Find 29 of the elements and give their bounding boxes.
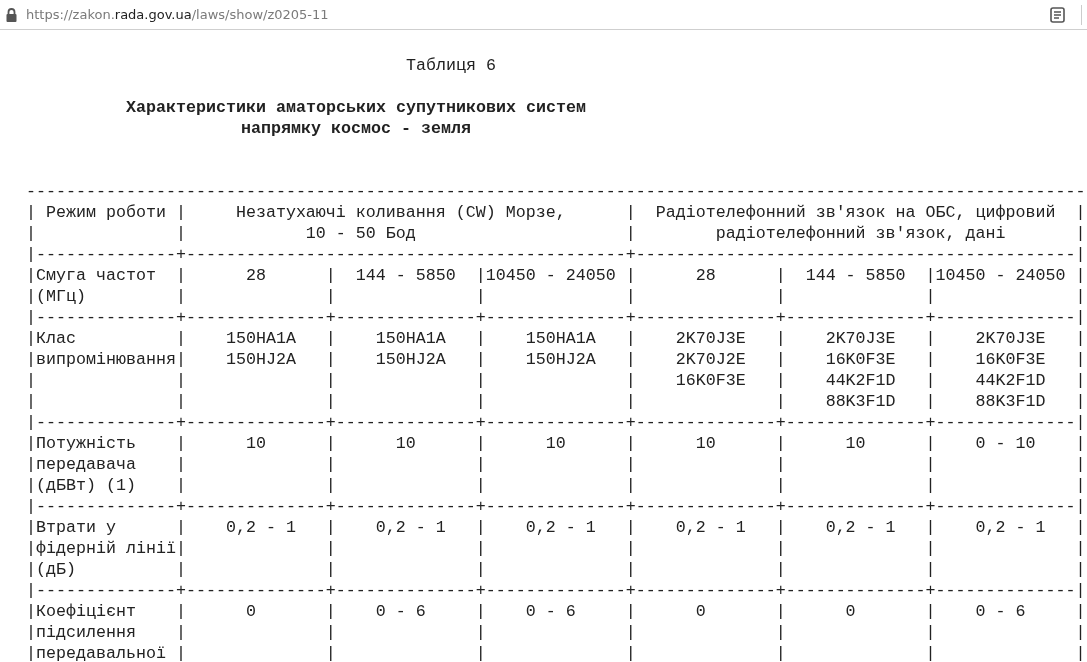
table-text-line: |передавача | | | | | | |	[26, 454, 1086, 475]
table-text-line: | | | | | 16K0F3E | 44K2F1D | 44K2F1D |	[26, 370, 1086, 391]
table-text-line: |(МГц) | | | | | | |	[26, 286, 1086, 307]
table-text-line: |випромінювання| 150HJ2A | 150HJ2A | 150HJ2A | 2K70J2E | 16K0F3E | 16K0F3E |	[26, 349, 1086, 370]
table-caption: напрямку космос - земля	[240, 118, 472, 139]
table-text-line: |підсилення | | | | | | |	[26, 622, 1086, 643]
table-text-line: |--------------+--------------+--------------+--------------+--------------+--------------+--------------|	[26, 496, 1086, 517]
table-text-line: |--------------+--------------------------------------------+--------------------------------------------|	[26, 244, 1086, 265]
reader-view-icon[interactable]	[1050, 6, 1065, 23]
table-text-line: |--------------+--------------+--------------+--------------+--------------+--------------+--------------|	[26, 307, 1086, 328]
table-text-line: | | | | | | 88K3F1D | 88K3F1D |	[26, 391, 1086, 412]
table-text-line: |(дБ) | | | | | | |	[26, 559, 1086, 580]
table-text-line: | Режим роботи | Незатухаючі коливання (CW) Морзе, | Радіотелефонний зв'язок на ОБС, цифровий |	[26, 202, 1086, 223]
table-text-line: |фідерній лінії| | | | | | |	[26, 538, 1086, 559]
table-text-line: | | 10 - 50 Бод | радіотелефонний зв'язок, дані |	[26, 223, 1086, 244]
url-text[interactable]: https://zakon.rada.gov.ua/laws/show/z0205-11	[26, 7, 329, 22]
table-text-line: |Втрати у | 0,2 - 1 | 0,2 - 1 | 0,2 - 1 | 0,2 - 1 | 0,2 - 1 | 0,2 - 1 |	[26, 517, 1086, 538]
table-text-line: |Коефіцієнт | 0 | 0 - 6 | 0 - 6 | 0 | 0 | 0 - 6 |	[26, 601, 1086, 622]
table-text-line: |Смуга частот | 28 | 144 - 5850 |10450 - 24050 | 28 | 144 - 5850 |10450 - 24050 |	[26, 265, 1086, 286]
table-text-line: |(дБВт) (1) | | | | | | |	[26, 475, 1086, 496]
table-text-line: |передавальної | | | | | | |	[26, 643, 1086, 662]
table-caption: Характеристики аматорських супутникових систем	[125, 97, 587, 118]
table-text-line: |--------------+--------------+--------------+--------------+--------------+--------------+--------------|	[26, 412, 1086, 433]
table-text-line: |--------------+--------------+--------------+--------------+--------------+--------------+--------------|	[26, 580, 1086, 601]
table-text-line: |Клас | 150HA1A | 150HA1A | 150HA1A | 2K70J3E | 2K70J3E | 2K70J3E |	[26, 328, 1086, 349]
table-text-line: ----------------------------------------------------------------------------------------------------------	[26, 181, 1086, 202]
table-title: Таблиця 6	[405, 55, 496, 76]
table-text-line: |Потужність | 10 | 10 | 10 | 10 | 10 | 0 - 10 |	[26, 433, 1086, 454]
lock-icon	[6, 7, 17, 22]
